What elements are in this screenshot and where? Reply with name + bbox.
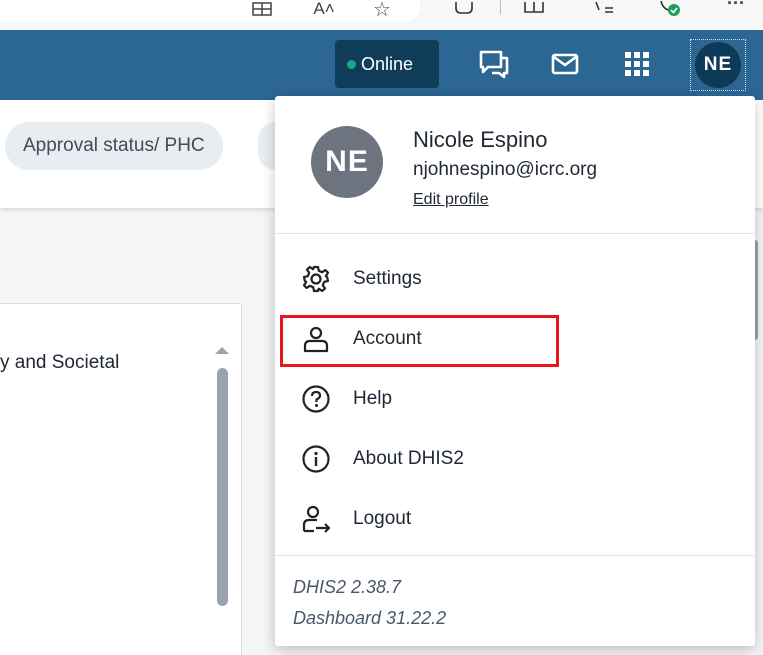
- tab-grid-icon[interactable]: [248, 0, 276, 18]
- menu-item-settings[interactable]: Settings: [275, 249, 755, 309]
- gear-icon: [300, 263, 332, 295]
- favorites-list-icon[interactable]: [590, 0, 618, 18]
- dashboard-version: Dashboard 31.22.2: [293, 608, 447, 628]
- card-scrollbar[interactable]: [217, 368, 228, 606]
- about-label: About DHIS2: [353, 448, 464, 469]
- help-label: Help: [353, 388, 393, 409]
- profile-email: njohnespino@icrc.org: [413, 159, 598, 180]
- online-dot-icon: [347, 59, 356, 69]
- menu-item-about[interactable]: About DHIS2: [275, 429, 755, 489]
- address-bar[interactable]: [0, 0, 420, 22]
- browser-toolbar: A˄ ☆ ···: [0, 0, 763, 30]
- header-avatar: NE: [695, 42, 741, 88]
- online-label: Online: [361, 53, 414, 74]
- scroll-up-arrow-icon[interactable]: [215, 347, 229, 354]
- logout-icon: [300, 503, 332, 535]
- dhis2-version: DHIS2 2.38.7: [293, 577, 402, 597]
- menu-divider: [275, 555, 755, 556]
- apps-icon[interactable]: [617, 44, 657, 84]
- profile-menu-button[interactable]: NE: [690, 39, 746, 91]
- browser-essentials-icon[interactable]: [655, 0, 683, 18]
- menu-item-help[interactable]: Help: [275, 369, 755, 429]
- menu-divider: [275, 233, 755, 234]
- interpretations-icon[interactable]: [474, 44, 514, 84]
- more-options-icon[interactable]: ···: [722, 0, 750, 13]
- profile-avatar: NE: [311, 126, 383, 198]
- favorite-star-icon[interactable]: ☆: [368, 0, 396, 21]
- account-highlight-box: [280, 315, 559, 367]
- help-icon: [300, 383, 332, 415]
- filter-chip-approval-status[interactable]: Approval status/ PHC: [5, 122, 223, 170]
- toolbar-separator: [500, 0, 501, 14]
- extensions-icon[interactable]: [450, 0, 478, 18]
- messages-icon[interactable]: [545, 44, 585, 84]
- split-screen-icon[interactable]: [520, 0, 548, 18]
- profile-menu: NE Nicole Espino njohnespino@icrc.org Ed…: [275, 96, 755, 646]
- edit-profile-link[interactable]: Edit profile: [413, 191, 489, 209]
- logout-label: Logout: [353, 508, 412, 529]
- read-aloud-icon[interactable]: A˄: [310, 0, 338, 18]
- settings-label: Settings: [353, 268, 422, 289]
- online-status: Online: [335, 40, 439, 88]
- dashboard-item-text: y and Societal: [0, 352, 120, 373]
- menu-item-logout[interactable]: Logout: [275, 489, 755, 549]
- info-icon: [300, 443, 332, 475]
- profile-name: Nicole Espino: [413, 127, 548, 152]
